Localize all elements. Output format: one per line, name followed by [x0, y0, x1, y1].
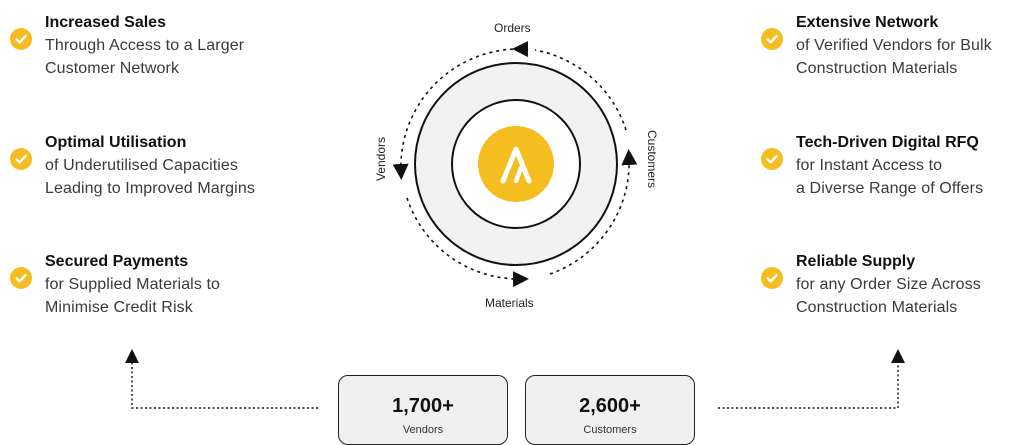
brand-logo-icon [478, 126, 554, 202]
cycle-label-customers: Customers [645, 129, 659, 188]
cycle-label-orders: Orders [494, 21, 531, 35]
stat-vendors: 1,700+ Vendors [338, 375, 508, 445]
stat-label: Vendors [402, 424, 444, 436]
stat-customers: 2,600+ Customers [525, 375, 695, 445]
cycle-label-materials: Materials [485, 296, 534, 310]
connector-left [125, 349, 318, 409]
cycle-diagram [125, 41, 905, 409]
connector-right [718, 349, 905, 409]
stat-label: Customers [583, 424, 637, 436]
cycle-label-vendors: Vendors [374, 136, 388, 182]
stat-value: 1,700+ [392, 395, 454, 417]
stat-value: 2,600+ [579, 395, 641, 417]
